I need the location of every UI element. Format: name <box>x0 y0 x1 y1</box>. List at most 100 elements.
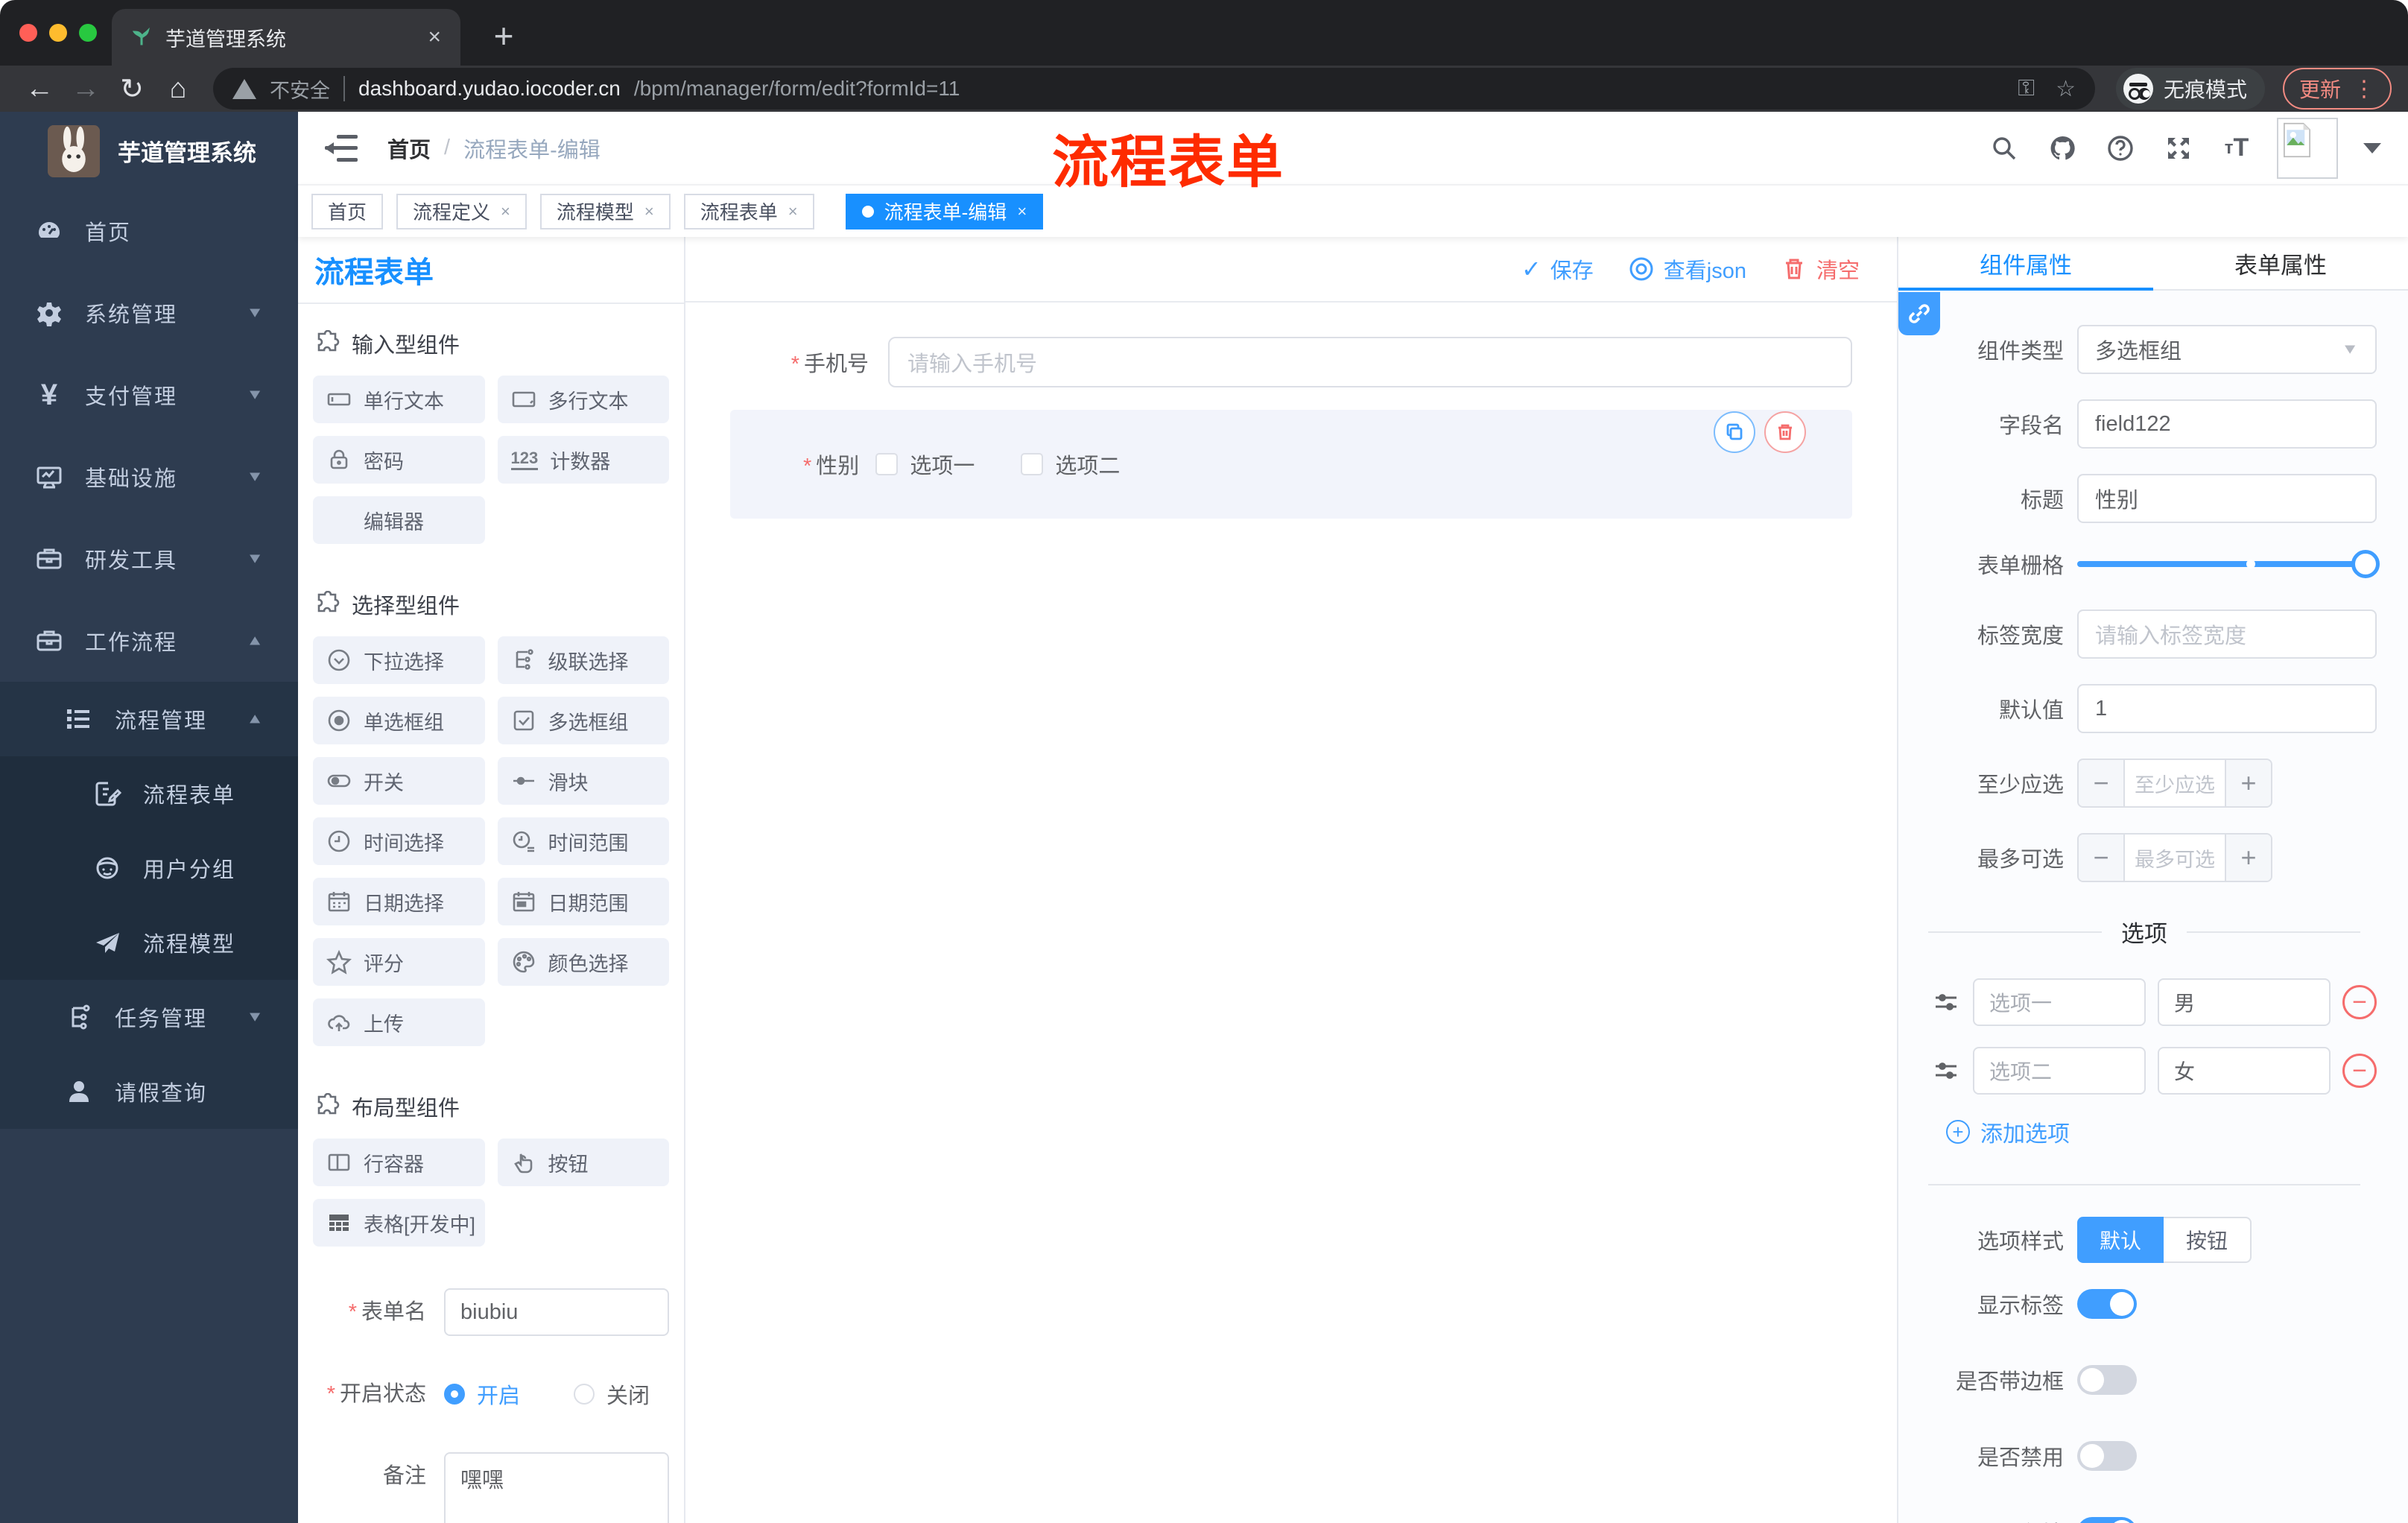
option-value-input[interactable]: 男 <box>2158 978 2331 1026</box>
required-switch[interactable] <box>2077 1517 2137 1523</box>
sidebar-item-user-group[interactable]: 用户分组 <box>0 831 298 905</box>
style-default-button[interactable]: 默认 <box>2077 1217 2164 1263</box>
tag-process-form[interactable]: 流程表单 × <box>683 193 814 229</box>
home-icon[interactable]: ⌂ <box>155 70 201 107</box>
tag-process-model[interactable]: 流程模型 × <box>539 193 671 229</box>
component-type-select[interactable]: 多选框组 ▼ <box>2077 325 2377 374</box>
browser-menu-kebab-icon[interactable]: ⋮ <box>2353 76 2375 102</box>
max-select-value[interactable]: 最多可选 <box>2125 835 2225 881</box>
reload-icon[interactable]: ↻ <box>109 70 155 107</box>
palette-item-upload[interactable]: 上传 <box>313 998 485 1046</box>
selected-component-gender[interactable]: * 性别 选项一 选项二 <box>730 410 1852 519</box>
tag-close-icon[interactable]: × <box>788 202 798 221</box>
copy-component-button[interactable] <box>1714 411 1755 453</box>
tab-form-props[interactable]: 表单属性 <box>2153 237 2408 289</box>
palette-item-button[interactable]: 按钮 <box>497 1139 669 1186</box>
view-json-button[interactable]: 查看json <box>1628 253 1746 285</box>
tab-component-props[interactable]: 组件属性 <box>1898 237 2153 289</box>
address-bar[interactable]: 不安全 dashboard.yudao.iocoder.cn /bpm/mana… <box>213 68 2095 110</box>
sidebar-item-infra[interactable]: 基础设施 ▼ <box>0 436 298 518</box>
breadcrumb-home[interactable]: 首页 <box>387 133 431 164</box>
palette-item-select[interactable]: 下拉选择 <box>313 636 485 684</box>
palette-item-checkbox-group[interactable]: 多选框组 <box>497 697 669 744</box>
new-tab-button[interactable]: + <box>483 15 525 57</box>
tag-home[interactable]: 首页 <box>311 193 384 229</box>
tag-close-icon[interactable]: × <box>1017 202 1027 221</box>
remove-option-button[interactable]: − <box>2342 985 2377 1019</box>
palette-item-row-container[interactable]: 行容器 <box>313 1139 485 1186</box>
clear-button[interactable]: 清空 <box>1781 253 1860 285</box>
tab-close-icon[interactable]: × <box>428 25 441 50</box>
palette-item-date-range[interactable]: 日期范围 <box>497 878 669 925</box>
palette-item-color-picker[interactable]: 颜色选择 <box>497 938 669 986</box>
add-option-button[interactable]: + 添加选项 <box>1946 1115 2377 1148</box>
form-remark-textarea[interactable]: 嘿嘿 <box>444 1452 669 1523</box>
avatar[interactable] <box>2277 117 2338 179</box>
palette-item-counter[interactable]: 123 计数器 <box>497 436 669 484</box>
palette-item-time-range[interactable]: 时间范围 <box>497 817 669 865</box>
sidebar-item-task-mgmt[interactable]: 任务管理 ▼ <box>0 980 298 1054</box>
option-value-input[interactable]: 女 <box>2158 1047 2331 1095</box>
palette-item-date-picker[interactable]: 日期选择 <box>313 878 485 925</box>
gender-option-1[interactable]: 选项一 <box>875 449 975 480</box>
radio-on[interactable] <box>444 1384 465 1405</box>
tag-close-icon[interactable]: × <box>501 202 510 221</box>
palette-item-rate[interactable]: 评分 <box>313 938 485 986</box>
sidebar-item-process-form[interactable]: 流程表单 <box>0 756 298 831</box>
sidebar-item-process-mgmt[interactable]: 流程管理 ▲ <box>0 682 298 756</box>
increment-button[interactable]: + <box>2225 760 2271 806</box>
password-key-icon[interactable]: ⚿ <box>2018 76 2035 101</box>
palette-item-time-picker[interactable]: 时间选择 <box>313 817 485 865</box>
radio-on-label[interactable]: 开启 <box>477 1378 520 1410</box>
checkbox[interactable] <box>875 453 899 475</box>
label-width-input[interactable]: 请输入标签宽度 <box>2077 609 2377 659</box>
sidebar-item-leave-query[interactable]: 请假查询 <box>0 1054 298 1129</box>
default-value-input[interactable]: 1 <box>2077 684 2377 733</box>
bookmark-star-icon[interactable]: ☆ <box>2056 76 2076 102</box>
gender-option-2[interactable]: 选项二 <box>1021 449 1120 480</box>
drag-handle-icon[interactable] <box>1931 987 1961 1017</box>
decrement-button[interactable]: − <box>2079 760 2125 806</box>
phone-field[interactable]: * 手机号 请输入手机号 <box>730 337 1852 387</box>
search-icon[interactable] <box>1986 130 2022 166</box>
field-name-input[interactable]: field122 <box>2077 399 2377 449</box>
browser-tab[interactable]: 芋道管理系统 × <box>112 9 460 66</box>
save-button[interactable]: ✓ 保存 <box>1521 253 1594 285</box>
macos-window-controls[interactable] <box>19 24 97 42</box>
title-input[interactable]: 性别 <box>2077 474 2377 523</box>
min-select-value[interactable]: 至少应选 <box>2125 760 2225 806</box>
back-icon[interactable]: ← <box>16 70 63 107</box>
show-label-switch[interactable] <box>2077 1289 2137 1319</box>
increment-button[interactable]: + <box>2225 835 2271 881</box>
sidebar-collapse-icon[interactable] <box>325 134 358 162</box>
sidebar-item-payment[interactable]: ¥ 支付管理 ▼ <box>0 354 298 436</box>
forward-icon[interactable]: → <box>63 70 109 107</box>
sidebar-item-home[interactable]: 首页 <box>0 190 298 272</box>
font-size-icon[interactable]: тT <box>2219 130 2255 166</box>
style-button-button[interactable]: 按钮 <box>2164 1217 2252 1263</box>
form-grid-slider[interactable] <box>2077 550 2380 578</box>
browser-update-button[interactable]: 更新 ⋮ <box>2282 68 2392 110</box>
delete-component-button[interactable] <box>1764 411 1806 453</box>
sidebar-item-system[interactable]: 系统管理 ▼ <box>0 272 298 354</box>
disabled-switch[interactable] <box>2077 1441 2137 1471</box>
phone-input[interactable]: 请输入手机号 <box>888 337 1852 387</box>
radio-off-label[interactable]: 关闭 <box>606 1378 650 1410</box>
sidebar-item-process-model[interactable]: 流程模型 <box>0 905 298 980</box>
palette-item-single-text[interactable]: 单行文本 <box>313 376 485 423</box>
palette-item-cascader[interactable]: 级联选择 <box>497 636 669 684</box>
palette-item-slider[interactable]: 滑块 <box>497 757 669 805</box>
maximize-window-button[interactable] <box>79 24 97 42</box>
border-switch[interactable] <box>2077 1365 2137 1395</box>
avatar-caret-icon[interactable] <box>2363 142 2381 153</box>
close-window-button[interactable] <box>19 24 37 42</box>
form-name-input[interactable]: biubiu <box>444 1288 669 1336</box>
tag-close-icon[interactable]: × <box>644 202 654 221</box>
not-secure-label[interactable]: 不安全 <box>270 75 330 104</box>
palette-item-radio-group[interactable]: 单选框组 <box>313 697 485 744</box>
remove-option-button[interactable]: − <box>2342 1054 2377 1088</box>
palette-item-textarea[interactable]: 多行文本 <box>497 376 669 423</box>
sidebar-item-devtools[interactable]: 研发工具 ▼ <box>0 518 298 600</box>
minimize-window-button[interactable] <box>49 24 67 42</box>
sidebar-logo-row[interactable]: 芋道管理系统 <box>0 112 298 190</box>
